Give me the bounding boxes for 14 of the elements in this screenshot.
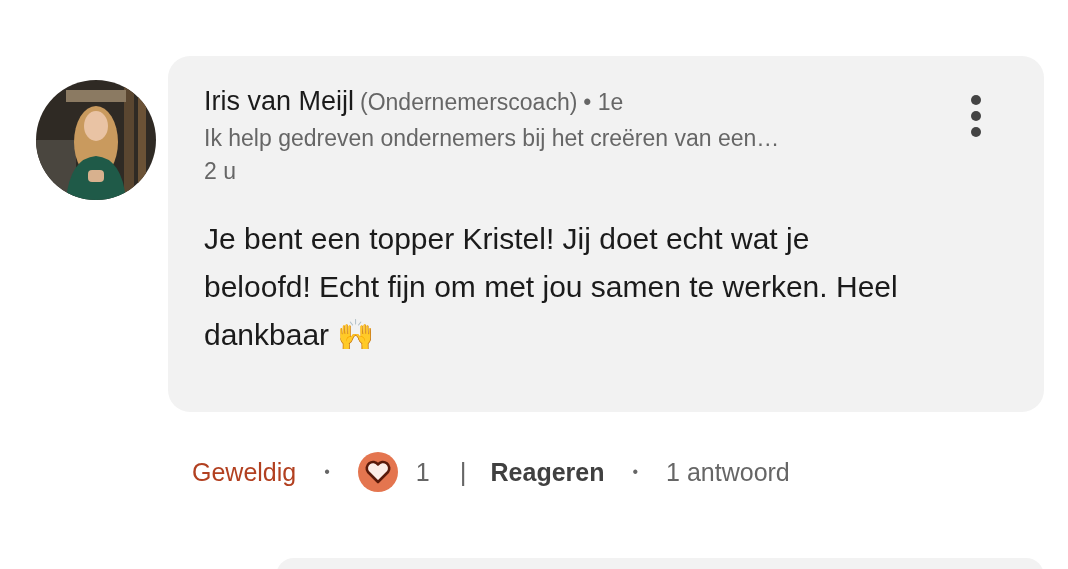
separator-text: | (459, 456, 467, 488)
author-name[interactable]: Iris van Meijl (204, 86, 355, 117)
author-role: (Ondernemerscoach) (360, 89, 578, 116)
separator-dot: • (324, 463, 330, 481)
replies-link[interactable]: 1 antwoord (666, 457, 790, 487)
reaction-button[interactable]: Geweldig (192, 457, 297, 487)
connection-degree: • 1e (583, 89, 624, 116)
comment-text: Je bent een topper Kristel! Jij doet echt wat je beloofd! Echt fijn om met jou samen te werken. Heel dankbaar 🙌 (204, 221, 899, 353)
more-options-icon[interactable] (970, 94, 982, 138)
reaction-count: 1 (415, 457, 430, 487)
separator-dot: • (632, 463, 639, 481)
comment-time: 2 u (204, 158, 237, 185)
reply-button[interactable]: Reageren (490, 457, 605, 487)
author-headline: Ik help gedreven ondernemers bij het creëren van een… (204, 125, 780, 152)
